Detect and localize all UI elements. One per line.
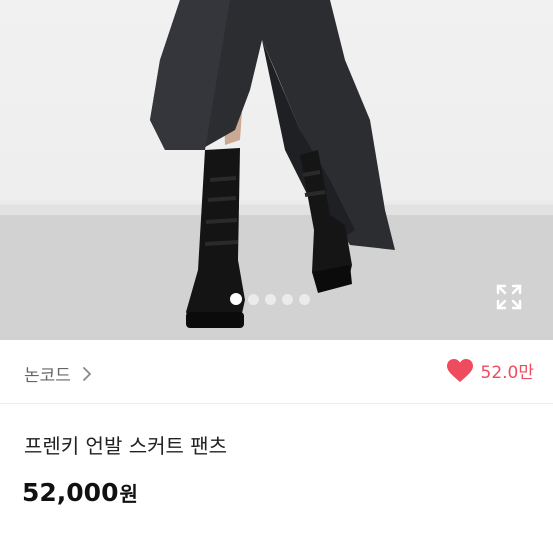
- seller-link[interactable]: 논코드: [24, 361, 93, 386]
- price-currency: 원: [119, 482, 138, 506]
- product-image-carousel[interactable]: [0, 0, 553, 340]
- expand-image-button[interactable]: [496, 284, 522, 310]
- like-count: 52.0만: [480, 363, 535, 383]
- expand-icon: [496, 284, 522, 310]
- heart-icon: [446, 358, 473, 382]
- like-button[interactable]: 52.0만: [446, 358, 535, 383]
- seller-name: 논코드: [24, 366, 71, 386]
- carousel-indicator: [230, 292, 310, 306]
- price-value: 52,000: [22, 478, 119, 507]
- seller-row: 논코드 52.0만: [0, 340, 553, 404]
- carousel-dot-3[interactable]: [265, 293, 276, 305]
- product-title: 프렌키 언발 스커트 팬츠: [24, 434, 228, 458]
- product-price: 52,000원: [22, 478, 138, 507]
- carousel-dot-2[interactable]: [248, 293, 259, 305]
- product-photo: [0, 0, 553, 340]
- carousel-dot-5[interactable]: [299, 293, 310, 305]
- chevron-right-icon: [83, 366, 91, 381]
- carousel-dot-1[interactable]: [230, 293, 242, 305]
- carousel-dot-4[interactable]: [282, 293, 293, 305]
